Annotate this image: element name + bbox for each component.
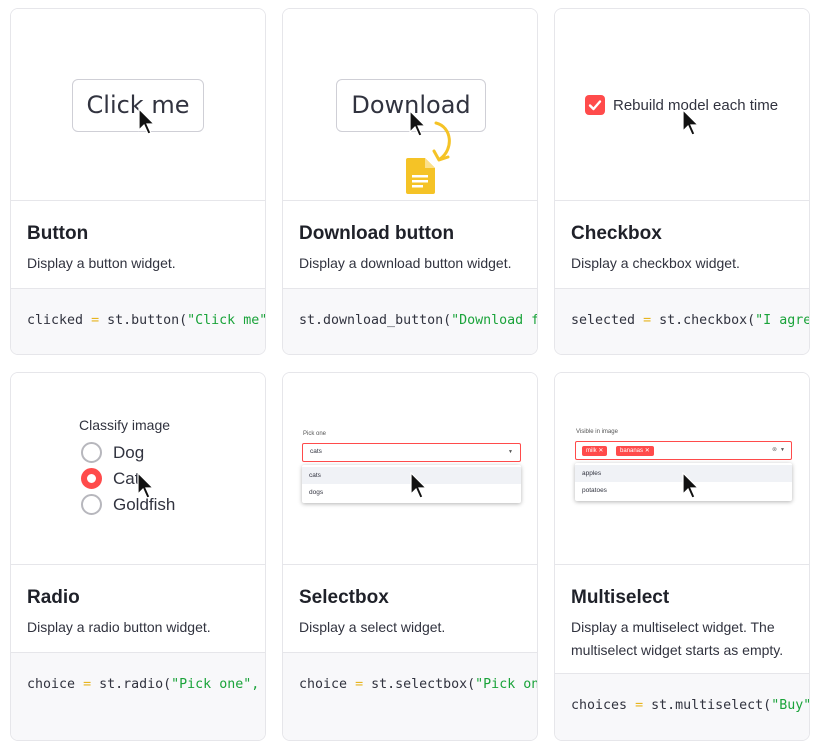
code-var: choice — [27, 677, 76, 692]
code-snippet: choices = st.multiselect("Buy" — [555, 673, 809, 740]
code-arg: "I agree" — [755, 313, 809, 328]
widget-card-download-button[interactable]: Download Download button Display a downl… — [282, 8, 538, 355]
code-arg: "Click me" — [187, 313, 265, 328]
close-icon: ✕ — [598, 448, 604, 454]
radio-option-goldfish-circle — [81, 494, 102, 515]
pointer-cursor-icon — [410, 472, 428, 499]
code-call: st.radio( — [99, 677, 172, 692]
selectbox-value: cats — [310, 448, 322, 455]
card-description: Display a button widget. — [27, 255, 176, 271]
chevron-down-icon: ▼ — [508, 449, 513, 455]
radio-group-label: Classify image — [79, 417, 171, 433]
file-icon — [406, 158, 435, 194]
card-description: Display a select widget. — [299, 619, 446, 635]
code-op: = — [83, 677, 92, 692]
code-call: st.multiselect( — [651, 698, 772, 713]
widget-card-checkbox[interactable]: Rebuild model each time Checkbox Display… — [554, 8, 810, 355]
code-arg: "Buy" — [771, 698, 809, 713]
pointer-cursor-icon — [409, 110, 427, 137]
multiselect-tag: milk ✕ — [582, 446, 608, 456]
card-preview: Click me — [11, 9, 265, 201]
clear-icon: ⊗ — [771, 447, 777, 453]
widget-card-multiselect[interactable]: Visible in image milk ✕ bananas ✕ ⊗ ▼ ap… — [554, 372, 810, 741]
pointer-cursor-icon — [138, 108, 156, 135]
code-snippet: choice = st.selectbox("Pick one" — [283, 652, 537, 740]
code-call: st.checkbox( — [659, 313, 756, 328]
widget-card-button[interactable]: Click me Button Display a button widget.… — [10, 8, 266, 355]
card-preview: Rebuild model each time — [555, 9, 809, 201]
pointer-cursor-icon — [682, 472, 700, 499]
card-description: Display a checkbox widget. — [571, 255, 740, 271]
pointer-cursor-icon — [137, 472, 155, 499]
card-preview: Pick one cats ▼ cats dogs — [283, 373, 537, 565]
code-snippet: selected = st.checkbox("I agree" — [555, 288, 809, 354]
code-op: = — [355, 677, 364, 692]
code-arg: "Download file" — [451, 313, 537, 328]
preview-checkbox — [585, 95, 605, 115]
radio-option-cat: Cat — [113, 469, 140, 488]
close-icon: ✕ — [644, 448, 650, 454]
radio-option-dog: Dog — [113, 443, 145, 462]
card-description: Display a download button widget. — [299, 255, 512, 271]
card-title: Button — [27, 223, 89, 244]
code-op: = — [643, 313, 652, 328]
code-call: st.button( — [107, 313, 188, 328]
chevron-down-icon: ▼ — [780, 447, 785, 453]
code-var: clicked — [27, 313, 84, 328]
selectbox-label: Pick one — [303, 431, 327, 437]
card-title: Radio — [27, 587, 80, 608]
code-op: = — [635, 698, 644, 713]
card-preview: Visible in image milk ✕ bananas ✕ ⊗ ▼ ap… — [555, 373, 809, 565]
card-preview: Download — [283, 9, 537, 201]
radio-option-dog-circle — [81, 442, 102, 463]
code-snippet: st.download_button("Download file" — [283, 288, 537, 354]
code-op: = — [91, 313, 100, 328]
code-var: choice — [299, 677, 348, 692]
multiselect-label: Visible in image — [576, 429, 618, 435]
widget-card-radio[interactable]: Classify image Dog Cat Goldfish Radio Di… — [10, 372, 266, 741]
card-title: Selectbox — [299, 587, 389, 608]
code-call: st.download_button( — [299, 313, 452, 328]
radio-option-cat-circle — [81, 468, 102, 489]
widget-card-selectbox[interactable]: Pick one cats ▼ cats dogs Selectbox Disp… — [282, 372, 538, 741]
code-var: selected — [571, 313, 636, 328]
multiselect-tag: bananas ✕ — [616, 446, 654, 456]
code-arg: "Pick one", — [171, 677, 265, 692]
card-description: Display a multiselect widget. The multis… — [571, 619, 784, 658]
code-call: st.selectbox( — [371, 677, 476, 692]
pointer-cursor-icon — [682, 109, 700, 136]
card-title: Multiselect — [571, 587, 670, 608]
card-description: Display a radio button widget. — [27, 619, 211, 635]
code-snippet: clicked = st.button("Click me" — [11, 288, 265, 354]
code-arg: "Pick one" — [475, 677, 537, 692]
checkmark-icon — [588, 100, 602, 111]
card-title: Checkbox — [571, 223, 662, 244]
code-var: choices — [571, 698, 628, 713]
selectbox-field: cats ▼ — [302, 443, 521, 462]
card-title: Download button — [299, 223, 455, 244]
multiselect-field: milk ✕ bananas ✕ ⊗ ▼ — [575, 441, 792, 460]
card-preview: Classify image Dog Cat Goldfish — [11, 373, 265, 565]
code-snippet: choice = st.radio("Pick one", — [11, 652, 265, 740]
